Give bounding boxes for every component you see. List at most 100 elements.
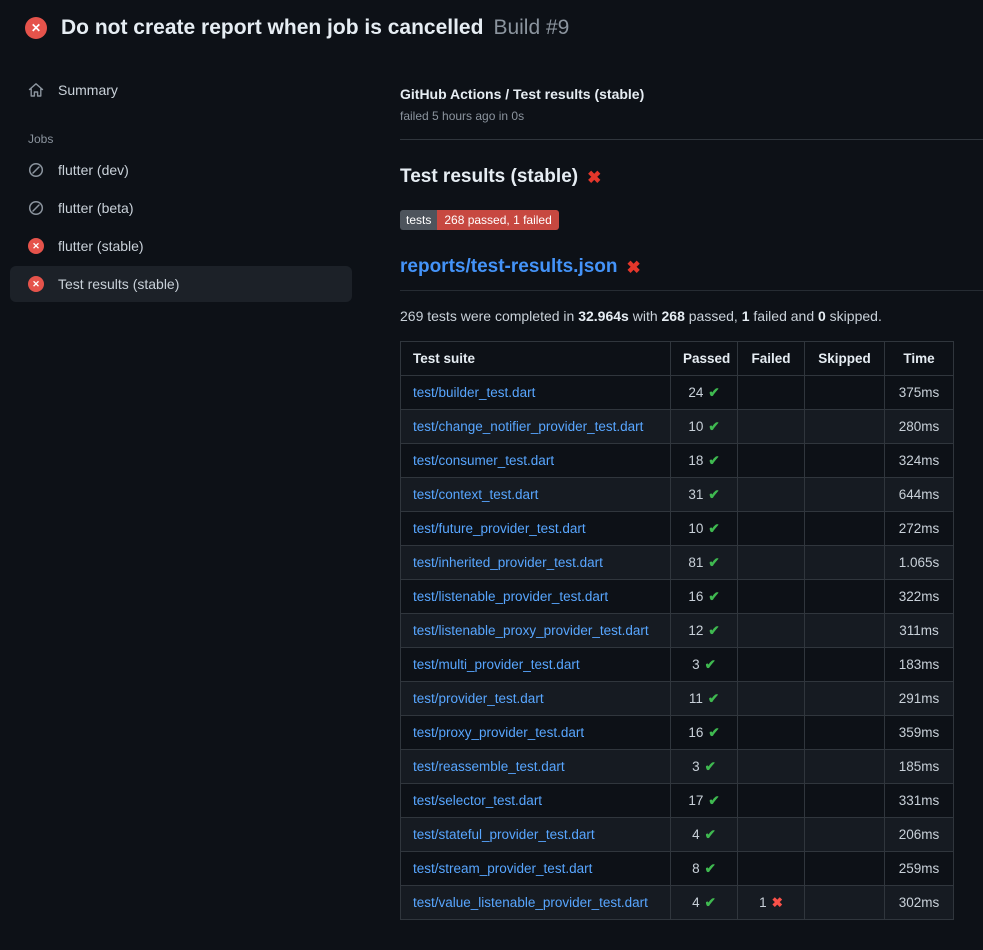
time-cell: 644ms: [885, 478, 954, 512]
check-icon: ✔: [708, 555, 719, 570]
section-title-text: Test results (stable): [400, 166, 578, 188]
suite-link[interactable]: test/inherited_provider_test.dart: [413, 555, 603, 570]
skipped-cell: [805, 376, 885, 410]
table-row: test/selector_test.dart 17✔ 331ms: [401, 784, 954, 818]
suite-link[interactable]: test/provider_test.dart: [413, 691, 544, 706]
count: 18: [688, 453, 703, 468]
failed-cell: [738, 648, 805, 682]
suite-link[interactable]: test/value_listenable_provider_test.dart: [413, 895, 648, 910]
sidebar-item-label: flutter (dev): [58, 162, 129, 178]
skipped-cell: [805, 750, 885, 784]
failed-cell: [738, 410, 805, 444]
sidebar-item-flutter-stable[interactable]: ✕ flutter (stable): [10, 228, 352, 264]
suite-link[interactable]: test/multi_provider_test.dart: [413, 657, 580, 672]
passed-cell: 4✔: [671, 886, 738, 920]
passed-cell: 12✔: [671, 614, 738, 648]
sidebar-item-test-results-stable[interactable]: ✕ Test results (stable): [10, 266, 352, 302]
table-row: test/reassemble_test.dart 3 ✔ 185ms: [401, 750, 954, 784]
report-title: reports/test-results.json ✖: [400, 256, 983, 291]
table-row: test/change_notifier_provider_test.dart …: [401, 410, 954, 444]
failed-cell: [738, 580, 805, 614]
count: 4: [692, 827, 700, 842]
skipped-cell: [805, 886, 885, 920]
suite-link[interactable]: test/context_test.dart: [413, 487, 538, 502]
count: 1: [759, 895, 767, 910]
count: 12: [688, 623, 703, 638]
passed-cell: 18✔: [671, 444, 738, 478]
check-icon: ✔: [705, 657, 716, 672]
count: 3: [692, 759, 700, 774]
skipped-cell: [805, 410, 885, 444]
time-cell: 331ms: [885, 784, 954, 818]
x-circle-icon: ✕: [28, 238, 44, 254]
check-icon: ✔: [708, 385, 719, 400]
count: 10: [688, 521, 703, 536]
suite-link[interactable]: test/listenable_provider_test.dart: [413, 589, 608, 604]
passed-cell: 10✔: [671, 410, 738, 444]
count: 16: [688, 589, 703, 604]
time-cell: 291ms: [885, 682, 954, 716]
count: 16: [688, 725, 703, 740]
passed-cell: 8✔: [671, 852, 738, 886]
test-results-table: Test suite Passed Failed Skipped Time te…: [400, 341, 954, 920]
failed-cell: [738, 750, 805, 784]
check-icon: ✔: [708, 793, 719, 808]
failed-cell: [738, 852, 805, 886]
suite-link[interactable]: test/builder_test.dart: [413, 385, 535, 400]
suite-cell: test/multi_provider_test.dart: [401, 648, 671, 682]
suite-link[interactable]: test/selector_test.dart: [413, 793, 542, 808]
column-header-skipped: Skipped: [805, 342, 885, 376]
time-cell: 206ms: [885, 818, 954, 852]
suite-link[interactable]: test/stateful_provider_test.dart: [413, 827, 595, 842]
failed-cell: [738, 376, 805, 410]
time-cell: 311ms: [885, 614, 954, 648]
suite-cell: test/value_listenable_provider_test.dart: [401, 886, 671, 920]
time-cell: 185ms: [885, 750, 954, 784]
summary-text: passed,: [685, 308, 742, 324]
sidebar-item-summary[interactable]: Summary: [10, 72, 352, 108]
table-row: test/builder_test.dart 24✔ 375ms: [401, 376, 954, 410]
passed-cell: 17✔: [671, 784, 738, 818]
suite-link[interactable]: test/change_notifier_provider_test.dart: [413, 419, 643, 434]
passed-cell: 10✔: [671, 512, 738, 546]
count: 31: [688, 487, 703, 502]
x-icon: ✖: [772, 895, 783, 910]
table-row: test/provider_test.dart 11 ✔ 291ms: [401, 682, 954, 716]
suite-cell: test/selector_test.dart: [401, 784, 671, 818]
count: 11: [689, 691, 703, 706]
failed-cell: [738, 546, 805, 580]
time-cell: 280ms: [885, 410, 954, 444]
table-row: test/stateful_provider_test.dart 4✔ 206m…: [401, 818, 954, 852]
run-header: ✕ Do not create report when job is cance…: [0, 0, 983, 56]
sidebar: Summary Jobs flutter (dev) flutter (beta…: [0, 56, 380, 304]
check-icon: ✔: [708, 691, 719, 706]
failed-cell: [738, 682, 805, 716]
section-title: Test results (stable) ✖: [400, 166, 983, 188]
sidebar-item-label: flutter (stable): [58, 238, 144, 254]
suite-link[interactable]: test/future_provider_test.dart: [413, 521, 586, 536]
passed-cell: 3✔: [671, 648, 738, 682]
tests-badge: tests 268 passed, 1 failed: [400, 210, 559, 230]
check-icon: ✔: [708, 725, 719, 740]
suite-link[interactable]: test/stream_provider_test.dart: [413, 861, 592, 876]
suite-link[interactable]: test/proxy_provider_test.dart: [413, 725, 584, 740]
suite-cell: test/stateful_provider_test.dart: [401, 818, 671, 852]
summary-text: 269 tests were completed in: [400, 308, 578, 324]
failed-cell: [738, 478, 805, 512]
sidebar-item-label: flutter (beta): [58, 200, 133, 216]
suite-link[interactable]: test/reassemble_test.dart: [413, 759, 565, 774]
suite-link[interactable]: test/listenable_proxy_provider_test.dart: [413, 623, 649, 638]
skipped-cell: [805, 478, 885, 512]
sidebar-item-flutter-beta[interactable]: flutter (beta): [10, 190, 352, 226]
column-header-test-suite: Test suite: [401, 342, 671, 376]
home-icon: [28, 82, 44, 98]
run-title: Do not create report when job is cancell…: [61, 16, 483, 40]
sidebar-item-flutter-dev[interactable]: flutter (dev): [10, 152, 352, 188]
check-icon: ✔: [705, 895, 716, 910]
check-icon: ✔: [708, 419, 719, 434]
suite-link[interactable]: test/consumer_test.dart: [413, 453, 554, 468]
report-link[interactable]: reports/test-results.json: [400, 256, 618, 278]
summary-skipped-count: 0: [818, 308, 826, 324]
check-icon: ✔: [705, 759, 716, 774]
suite-cell: test/provider_test.dart: [401, 682, 671, 716]
